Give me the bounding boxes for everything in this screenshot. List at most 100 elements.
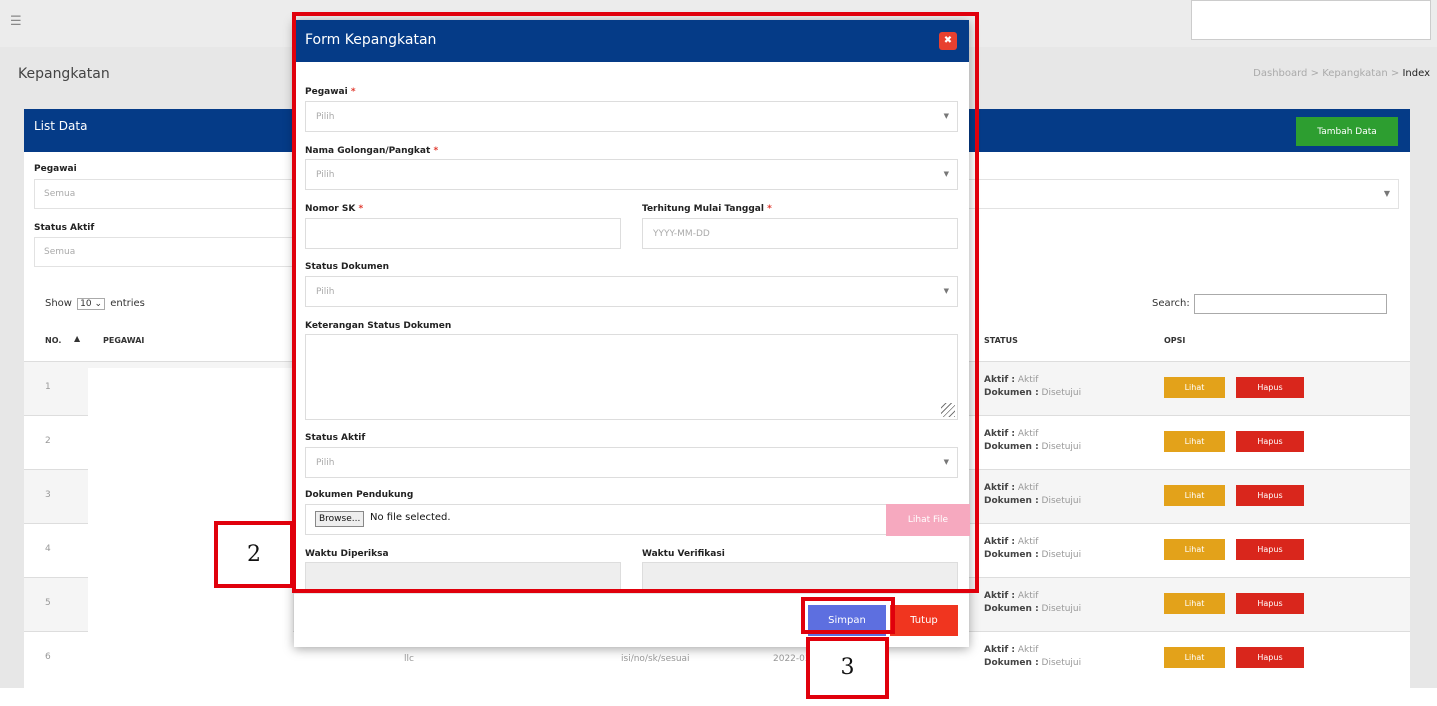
sort-up-icon[interactable]: ▲	[74, 334, 80, 343]
row-number: 4	[45, 544, 51, 554]
close-icon[interactable]: ✖	[939, 32, 957, 50]
dokumen-label: Dokumen :	[984, 604, 1039, 614]
entries-value: 10	[80, 299, 92, 309]
delete-button[interactable]: Hapus	[1236, 647, 1304, 668]
row-status: Aktif : Aktif Dokumen : Disetujui	[984, 644, 1081, 670]
nomor-sk-label: Nomor SK *	[305, 204, 363, 214]
pegawai-label: Pegawai *	[305, 87, 356, 97]
search-input[interactable]	[1194, 294, 1387, 314]
keterangan-textarea[interactable]	[305, 334, 958, 420]
entries-select[interactable]: 10 ⌄	[77, 298, 106, 310]
delete-button[interactable]: Hapus	[1236, 377, 1304, 398]
dokumen-label: Dokumen Pendukung	[305, 490, 414, 500]
breadcrumb-dashboard[interactable]: Dashboard	[1253, 68, 1307, 79]
delete-button[interactable]: Hapus	[1236, 431, 1304, 452]
nomor-sk-label-text: Nomor SK	[305, 204, 356, 214]
pegawai-placeholder: Pilih	[316, 112, 335, 122]
row-nomor-sk: isi/no/sk/sesuai	[621, 654, 690, 664]
dokumen-value: Disetujui	[1041, 496, 1082, 506]
view-button[interactable]: Lihat	[1164, 539, 1225, 560]
golongan-label-text: Nama Golongan/Pangkat	[305, 146, 431, 156]
status-dokumen-select[interactable]: Pilih ▼	[305, 276, 958, 307]
aktif-value: Aktif	[1017, 537, 1039, 547]
keterangan-label: Keterangan Status Dokumen	[305, 321, 452, 331]
tanggal-placeholder: YYYY-MM-DD	[653, 229, 710, 239]
aktif-label: Aktif :	[984, 537, 1015, 547]
row-status: Aktif : Aktif Dokumen : Disetujui	[984, 428, 1081, 454]
resize-grip-icon[interactable]	[941, 403, 955, 417]
row-number: 2	[45, 436, 51, 446]
dokumen-label: Dokumen :	[984, 550, 1039, 560]
dokumen-label: Dokumen :	[984, 496, 1039, 506]
aktif-label: Aktif :	[984, 645, 1015, 655]
aktif-label: Aktif :	[984, 591, 1015, 601]
row-number: 3	[45, 490, 51, 500]
pegawai-select[interactable]: Pilih ▼	[305, 101, 958, 132]
dokumen-label: Dokumen :	[984, 442, 1039, 452]
row-number: 5	[45, 598, 51, 608]
tanggal-label-text: Terhitung Mulai Tanggal	[642, 204, 764, 214]
show-entries: Show 10 ⌄ entries	[45, 298, 145, 310]
delete-button[interactable]: Hapus	[1236, 593, 1304, 614]
add-data-button[interactable]: Tambah Data	[1296, 117, 1398, 146]
dokumen-value: Disetujui	[1041, 550, 1082, 560]
status-aktif-placeholder: Pilih	[316, 458, 335, 468]
tanggal-label: Terhitung Mulai Tanggal *	[642, 204, 772, 214]
aktif-label: Aktif :	[984, 375, 1015, 385]
file-input: Browse... No file selected. Lihat File	[305, 504, 970, 536]
waktu-diperiksa-input	[305, 562, 621, 593]
waktu-verifikasi-label: Waktu Verifikasi	[642, 549, 725, 559]
waktu-diperiksa-label: Waktu Diperiksa	[305, 549, 389, 559]
breadcrumb-kepangkatan[interactable]: Kepangkatan	[1322, 68, 1388, 79]
save-button[interactable]: Simpan	[808, 605, 886, 636]
row-status: Aktif : Aktif Dokumen : Disetujui	[984, 590, 1081, 616]
aktif-value: Aktif	[1017, 591, 1039, 601]
golongan-label: Nama Golongan/Pangkat *	[305, 146, 438, 156]
status-dokumen-label: Status Dokumen	[305, 262, 389, 272]
delete-button[interactable]: Hapus	[1236, 539, 1304, 560]
dokumen-label: Dokumen :	[984, 658, 1039, 668]
view-file-button[interactable]: Lihat File	[886, 504, 970, 536]
row-number: 6	[45, 652, 51, 662]
show-prefix: Show	[45, 298, 72, 309]
chevron-down-icon: ▼	[943, 170, 949, 178]
tanggal-input[interactable]: YYYY-MM-DD	[642, 218, 958, 249]
view-button[interactable]: Lihat	[1164, 431, 1225, 452]
filter-status-label: Status Aktif	[34, 223, 95, 233]
filter-status-select[interactable]: Semua	[34, 237, 294, 267]
no-file-text: No file selected.	[370, 512, 451, 523]
delete-button[interactable]: Hapus	[1236, 485, 1304, 506]
column-status[interactable]: STATUS	[984, 336, 1018, 345]
required-mark: *	[358, 204, 364, 214]
blank-overlay-panel	[88, 368, 293, 662]
breadcrumb-current: Index	[1402, 68, 1430, 79]
close-button[interactable]: Tutup	[890, 605, 958, 636]
golongan-select[interactable]: Pilih ▼	[305, 159, 958, 190]
annotation-label-2: 2	[214, 521, 294, 588]
pegawai-label-text: Pegawai	[305, 87, 348, 97]
aktif-label: Aktif :	[984, 429, 1015, 439]
column-pegawai[interactable]: PEGAWAI	[103, 336, 144, 345]
required-mark: *	[433, 146, 439, 156]
row-status: Aktif : Aktif Dokumen : Disetujui	[984, 374, 1081, 400]
browse-button[interactable]: Browse...	[315, 511, 365, 527]
status-dokumen-placeholder: Pilih	[316, 287, 335, 297]
column-no[interactable]: NO.	[45, 336, 61, 345]
aktif-value: Aktif	[1017, 483, 1039, 493]
row-status: Aktif : Aktif Dokumen : Disetujui	[984, 482, 1081, 508]
view-button[interactable]: Lihat	[1164, 485, 1225, 506]
hamburger-icon[interactable]: ☰	[10, 14, 22, 29]
dokumen-label: Dokumen :	[984, 388, 1039, 398]
form-modal: Form Kepangkatan ✖ Pegawai * Pilih ▼ Nam…	[294, 20, 970, 647]
chevron-down-icon: ▼	[943, 112, 949, 120]
nomor-sk-input[interactable]	[305, 218, 621, 249]
view-button[interactable]: Lihat	[1164, 647, 1225, 668]
breadcrumb: Dashboard > Kepangkatan > Index	[1253, 68, 1430, 79]
view-button[interactable]: Lihat	[1164, 593, 1225, 614]
column-opsi[interactable]: OPSI	[1164, 336, 1185, 345]
status-aktif-select[interactable]: Pilih ▼	[305, 447, 958, 478]
show-suffix: entries	[110, 298, 145, 309]
aktif-value: Aktif	[1017, 645, 1039, 655]
view-button[interactable]: Lihat	[1164, 377, 1225, 398]
card-title: List Data	[34, 119, 88, 133]
